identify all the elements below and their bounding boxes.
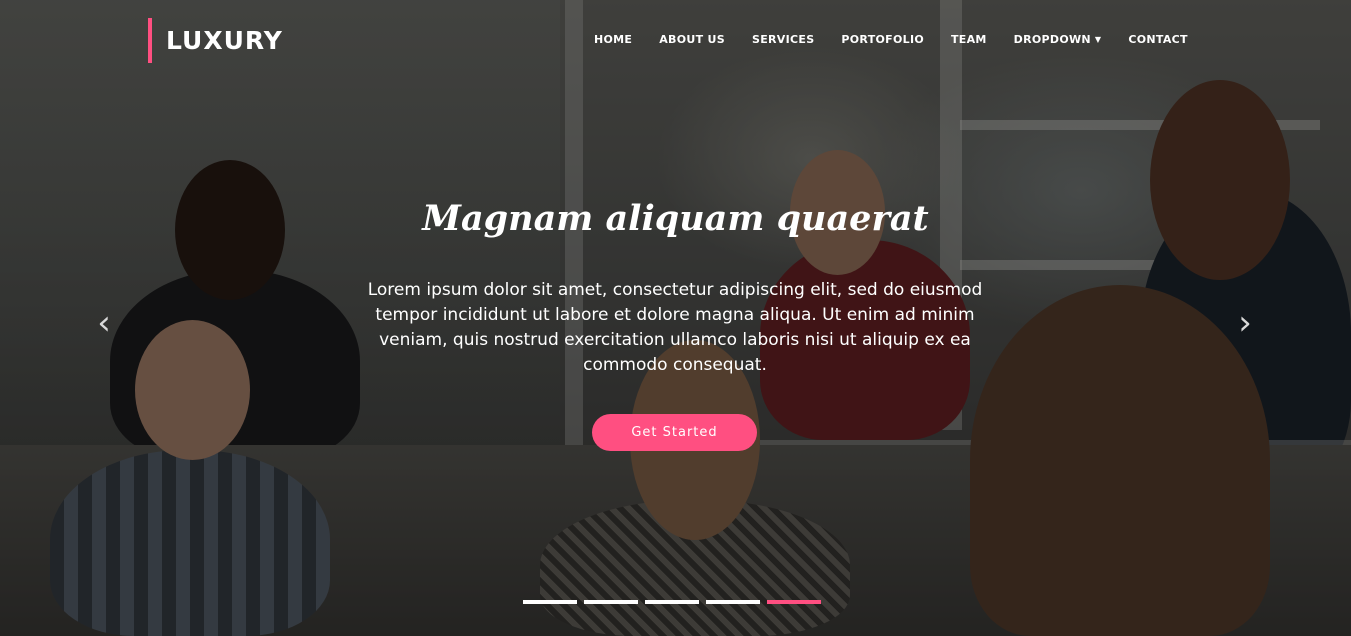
nav-label: SERVICES (752, 33, 815, 46)
chevron-right-icon: › (1238, 303, 1252, 343)
brand-name: LUXURY (166, 26, 283, 55)
brand-logo[interactable]: LUXURY (148, 18, 283, 63)
nav-item-contact[interactable]: CONTACT (1128, 33, 1187, 46)
carousel-indicator-active[interactable] (767, 600, 821, 604)
carousel-indicator[interactable] (523, 600, 577, 604)
nav-item-about-us[interactable]: ABOUT US (659, 33, 725, 46)
hero-title: Magnam aliquam quaerat (422, 198, 929, 239)
chevron-left-icon: ‹ (97, 303, 111, 343)
nav-item-dropdown[interactable]: DROPDOWN ▼ (1014, 33, 1102, 46)
nav-item-services[interactable]: SERVICES (752, 33, 814, 46)
hero-text: Lorem ipsum dolor sit amet, consectetur … (367, 280, 983, 375)
nav-label: PORTOFOLIO (841, 33, 924, 46)
nav-label: DROPDOWN (1013, 33, 1091, 46)
carousel-indicator[interactable] (706, 600, 760, 604)
nav-item-team[interactable]: TEAM (951, 33, 987, 46)
carousel-prev-button[interactable]: ‹ (89, 305, 119, 341)
carousel-indicator[interactable] (584, 600, 638, 604)
nav-label: CONTACT (1128, 33, 1188, 46)
carousel-indicator[interactable] (645, 600, 699, 604)
get-started-button[interactable]: Get Started (592, 414, 757, 451)
nav-label: HOME (594, 33, 633, 46)
chevron-down-icon: ▼ (1094, 35, 1102, 44)
nav-item-portofolio[interactable]: PORTOFOLIO (841, 33, 924, 46)
main-nav: HOME ABOUT US SERVICES PORTOFOLIO TEAM D… (594, 33, 1215, 46)
hero-carousel: LUXURY HOME ABOUT US SERVICES PORTOFOLIO… (0, 0, 1351, 636)
nav-label: TEAM (950, 33, 987, 46)
carousel-indicators (523, 600, 821, 604)
carousel-next-button[interactable]: › (1230, 305, 1260, 341)
nav-item-home[interactable]: HOME (594, 33, 632, 46)
nav-label: ABOUT US (659, 33, 725, 46)
